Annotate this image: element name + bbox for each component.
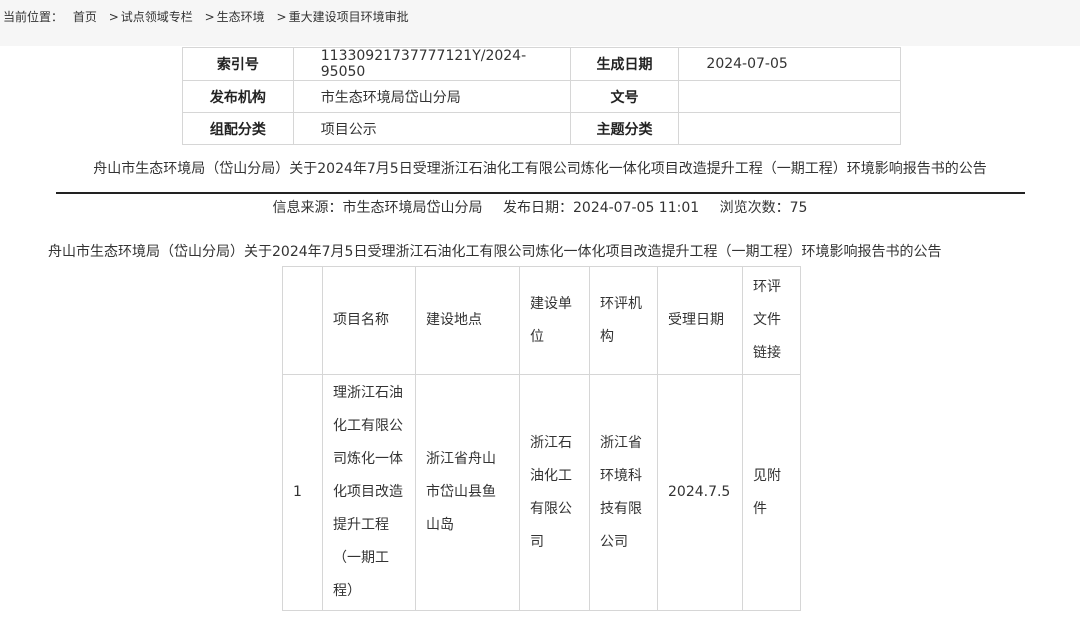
metadata-table: 索引号 11330921737777121Y/2024-95050 生成日期 2… xyxy=(182,47,901,145)
cell-accept-date: 2024.7.5 xyxy=(657,374,743,611)
cell-location: 浙江省舟山市岱山县鱼山岛 xyxy=(415,374,520,611)
header-project-name: 项目名称 xyxy=(322,266,416,375)
header-doc-link: 环评文件链接 xyxy=(742,266,801,375)
org-label: 发布机构 xyxy=(182,80,294,113)
cell-project-name: 理浙江石油化工有限公司炼化一体化项目改造提升工程（一期工程） xyxy=(322,374,416,611)
header-location: 建设地点 xyxy=(415,266,520,375)
info-publish-date: 发布日期：2024-07-05 11:01 xyxy=(503,200,700,216)
breadcrumb-separator: > xyxy=(276,10,287,24)
cell-eia-agency: 浙江省环境科技有限公司 xyxy=(589,374,658,611)
category-value: 项目公示 xyxy=(292,112,571,145)
body-heading: 舟山市生态环境局（岱山分局）关于2024年7月5日受理浙江石油化工有限公司炼化一… xyxy=(48,244,942,260)
cell-no: 1 xyxy=(282,374,323,611)
article-info: 信息来源：市生态环境局岱山分局 发布日期：2024-07-05 11:01 浏览… xyxy=(0,197,1080,217)
topic-value xyxy=(678,112,901,145)
breadcrumb-separator: > xyxy=(108,10,119,24)
cell-builder: 浙江石油化工有限公司 xyxy=(519,374,590,611)
date-label: 生成日期 xyxy=(569,47,680,81)
table-header-row: 项目名称 建设地点 建设单位 环评机构 受理日期 环评文件链接 xyxy=(282,266,801,375)
project-table: 项目名称 建设地点 建设单位 环评机构 受理日期 环评文件链接 1 理浙江石油化… xyxy=(282,266,801,611)
cell-doc-link[interactable]: 见附件 xyxy=(742,374,801,611)
org-value: 市生态环境局岱山分局 xyxy=(292,80,571,113)
breadcrumb: 当前位置： 首页 > 试点领域专栏 > 生态环境 > 重大建设项目环境审批 xyxy=(0,0,1080,46)
index-label: 索引号 xyxy=(182,47,294,81)
info-view-count: 浏览次数：75 xyxy=(719,200,808,216)
category-label: 组配分类 xyxy=(182,112,294,145)
breadcrumb-label: 当前位置： xyxy=(3,10,64,24)
breadcrumb-separator: > xyxy=(204,10,215,24)
table-row: 1 理浙江石油化工有限公司炼化一体化项目改造提升工程（一期工程） 浙江省舟山市岱… xyxy=(282,374,801,611)
docno-value xyxy=(678,80,901,113)
header-eia-agency: 环评机构 xyxy=(589,266,658,375)
docno-label: 文号 xyxy=(569,80,680,113)
title-divider xyxy=(56,192,1025,194)
date-value: 2024-07-05 xyxy=(678,47,901,81)
breadcrumb-ecology[interactable]: 生态环境 xyxy=(217,10,265,24)
index-value: 11330921737777121Y/2024-95050 xyxy=(292,47,571,81)
header-builder: 建设单位 xyxy=(519,266,590,375)
info-source: 信息来源：市生态环境局岱山分局 xyxy=(272,200,483,216)
article-title: 舟山市生态环境局（岱山分局）关于2024年7月5日受理浙江石油化工有限公司炼化一… xyxy=(93,161,987,177)
header-accept-date: 受理日期 xyxy=(657,266,743,375)
breadcrumb-pilot[interactable]: 试点领域专栏 xyxy=(121,10,193,24)
topic-label: 主题分类 xyxy=(569,112,680,145)
header-no xyxy=(282,266,323,375)
breadcrumb-home[interactable]: 首页 xyxy=(73,10,97,24)
breadcrumb-current[interactable]: 重大建设项目环境审批 xyxy=(289,10,409,24)
